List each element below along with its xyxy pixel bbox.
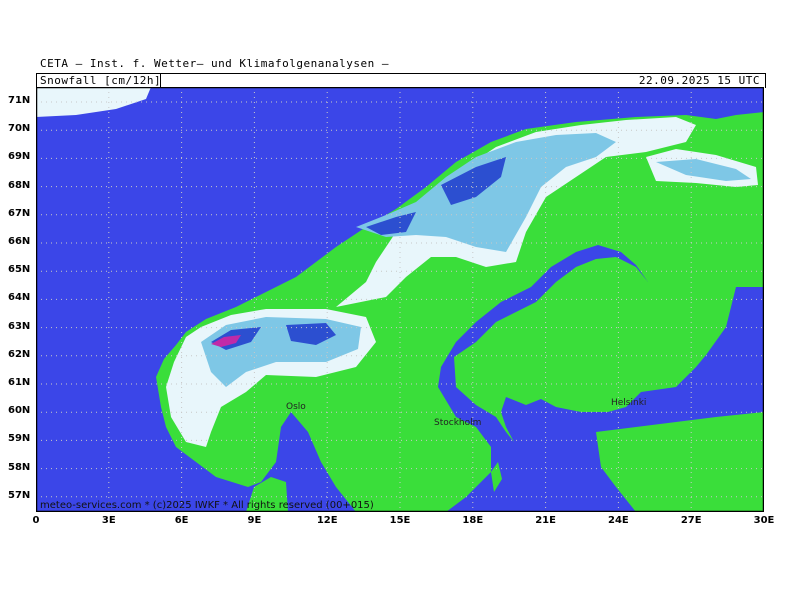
lon-label-30e: 30E [753, 515, 775, 526]
lon-label-21e: 21E [535, 515, 556, 526]
valid-time: 22.09.2025 15 UTC [638, 74, 760, 87]
lat-label-60n: 60N [8, 405, 31, 417]
lon-label-9e: 9E [247, 515, 262, 526]
lat-label-57n: 57N [8, 489, 31, 501]
lat-label-67n: 67N [8, 207, 31, 219]
lon-label-15e: 15E [389, 515, 411, 526]
lat-label-65n: 65N [8, 264, 31, 276]
lon-label-0: 0 [32, 515, 40, 526]
lat-label-64n: 64N [8, 292, 31, 304]
lat-label-61n: 61N [8, 377, 31, 388]
city-oslo: Oslo [286, 402, 306, 412]
lat-label-66n: 66N [8, 236, 31, 247]
lat-label-71n: 71N [8, 95, 31, 106]
organization-title: CETA – Inst. f. Wetter– und Klimafolgena… [40, 57, 390, 70]
lat-label-70n: 70N [8, 123, 31, 135]
lon-label-12e: 12E [316, 515, 338, 526]
city-stockholm: Stockholm [434, 418, 481, 428]
lat-label-69n: 69N [8, 151, 31, 163]
lon-label-27e: 27E [680, 515, 702, 526]
lon-label-18e: 18E [462, 515, 484, 526]
lat-label-62n: 62N [8, 348, 31, 360]
copyright-footer: meteo-services.com * (c)2025 IWKF * All … [40, 500, 374, 511]
lat-label-68n: 68N [8, 179, 31, 191]
lon-label-24e: 24E [608, 515, 629, 526]
lat-label-58n: 58N [8, 461, 31, 473]
city-helsinki: Helsinki [611, 398, 646, 408]
lat-label-59n: 59N [8, 433, 31, 445]
lon-label-3e: 3E [101, 515, 116, 526]
lon-label-6e: 6E [174, 515, 189, 526]
parameter-label: Snowfall [cm/12h] [40, 74, 162, 87]
lat-label-63n: 63N [8, 320, 31, 332]
snowfall-map: Oslo Stockholm Helsinki [36, 87, 764, 512]
